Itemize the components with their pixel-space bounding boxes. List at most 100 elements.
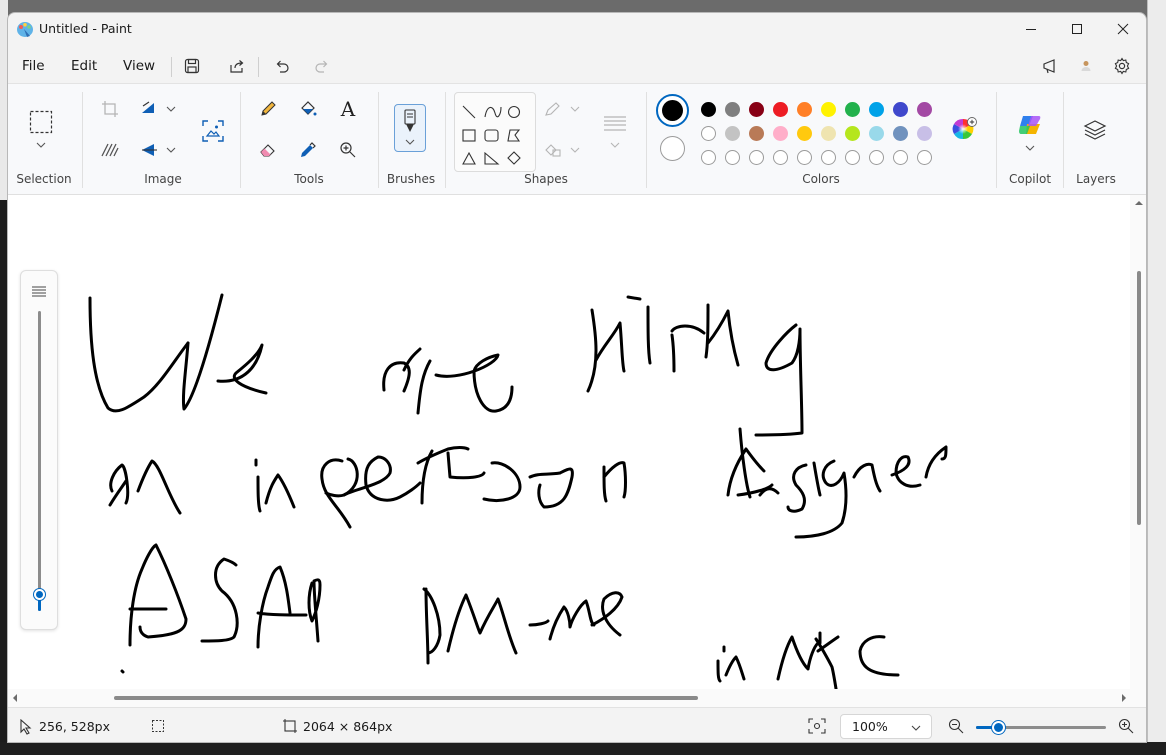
color-swatch[interactable] [749,102,764,117]
custom-color-slot[interactable] [797,150,812,165]
color-swatch[interactable] [845,126,860,141]
settings-button[interactable] [1108,52,1136,80]
color-swatch[interactable] [797,102,812,117]
rotate-icon [142,144,157,156]
color-swatch[interactable] [821,102,836,117]
undo-button[interactable] [268,52,296,80]
fit-to-window-icon[interactable] [808,718,826,734]
color-swatch[interactable] [725,102,740,117]
save-button[interactable] [178,52,206,80]
color-swatch[interactable] [821,126,836,141]
brush-size-thumb[interactable] [34,589,45,600]
size-button[interactable] [598,112,632,152]
fill-tool[interactable] [293,95,323,123]
custom-color-slot[interactable] [917,150,932,165]
pencil-tool[interactable] [253,95,283,123]
color-swatch[interactable] [797,126,812,141]
vertical-scrollbar[interactable] [1130,195,1147,705]
chevron-down-icon [36,142,46,148]
copilot-button[interactable] [1014,110,1046,140]
drawing-canvas[interactable] [8,195,1146,705]
resize-button[interactable] [135,95,165,123]
custom-color-slot[interactable] [773,150,788,165]
color-swatch[interactable] [773,126,788,141]
image-generator-button[interactable] [196,114,230,148]
close-button[interactable] [1100,13,1146,45]
line-size-icon [604,116,626,148]
color-swatch[interactable] [773,102,788,117]
secondary-color-button[interactable] [660,136,685,161]
custom-color-slot[interactable] [821,150,836,165]
zoom-out-icon[interactable] [948,718,964,734]
brush-size-panel [20,270,58,630]
copilot-icon [1019,116,1041,134]
color-swatch[interactable] [701,102,716,117]
shapes-gallery[interactable] [454,92,536,172]
scroll-up-arrow-icon[interactable] [1130,197,1147,209]
color-swatch[interactable] [701,126,716,141]
color-swatch[interactable] [725,126,740,141]
menu-file[interactable]: File [18,56,49,76]
select-dropdown[interactable] [26,136,56,154]
eraser-tool[interactable] [253,136,283,164]
custom-color-slot[interactable] [725,150,740,165]
feedback-button[interactable] [1037,52,1065,80]
title-bar[interactable]: Untitled - Paint [8,13,1146,45]
custom-color-slot[interactable] [893,150,908,165]
color-swatch[interactable] [869,126,884,141]
selection-rectangle-icon [29,110,53,134]
scroll-left-arrow-icon[interactable] [9,689,21,707]
custom-color-slot[interactable] [869,150,884,165]
rotate-button[interactable] [135,136,165,164]
zoom-slider[interactable] [976,721,1106,734]
color-swatch[interactable] [917,126,932,141]
color-swatch[interactable] [749,126,764,141]
custom-color-slot[interactable] [845,150,860,165]
resize-dropdown[interactable] [162,95,180,123]
vertical-scroll-thumb[interactable] [1137,271,1141,525]
custom-color-slot[interactable] [749,150,764,165]
zoom-slider-thumb[interactable] [992,721,1005,734]
edit-colors-button[interactable] [948,114,980,146]
color-swatch[interactable] [917,102,932,117]
layers-button[interactable] [1078,114,1112,146]
canvas-size: 2064 × 864px [303,719,393,734]
color-picker-tool[interactable] [293,136,323,164]
copilot-dropdown[interactable] [1014,140,1046,156]
menu-edit[interactable]: Edit [67,56,101,76]
shape-fill-button[interactable] [542,136,584,164]
handwriting-drawing[interactable] [8,195,1130,689]
horizontal-scrollbar[interactable] [8,689,1146,707]
share-button[interactable] [223,52,251,80]
select-tool[interactable] [25,106,57,138]
color-swatch[interactable] [893,126,908,141]
color-swatch[interactable] [845,102,860,117]
remove-background-button[interactable] [95,136,125,164]
cursor-icon [20,719,32,735]
menu-view[interactable]: View [119,56,159,76]
brush-size-icon [32,286,46,297]
maximize-button[interactable] [1054,13,1100,45]
brushes-button[interactable] [394,104,426,152]
primary-color-button[interactable] [656,94,689,127]
custom-color-slot[interactable] [701,150,716,165]
zoom-in-icon[interactable] [1118,718,1134,734]
color-swatch[interactable] [893,102,908,117]
shapes-icons [462,105,521,165]
scroll-right-arrow-icon[interactable] [1118,689,1130,707]
text-tool[interactable]: A [333,95,363,123]
magnifier-tool[interactable] [333,136,363,164]
crop-button[interactable] [95,95,125,123]
rotate-dropdown[interactable] [162,136,180,164]
chevron-down-icon [166,106,176,112]
account-button[interactable] [1072,52,1100,80]
redo-button[interactable] [308,52,336,80]
taskbar-edge [0,742,1166,755]
brush-size-slider[interactable] [38,311,41,611]
color-swatch[interactable] [869,102,884,117]
zoom-dropdown[interactable]: 100% [840,714,932,739]
group-label-layers: Layers [1076,172,1116,186]
outline-button[interactable] [542,95,584,123]
minimize-button[interactable] [1008,13,1054,45]
horizontal-scroll-thumb[interactable] [114,696,698,700]
